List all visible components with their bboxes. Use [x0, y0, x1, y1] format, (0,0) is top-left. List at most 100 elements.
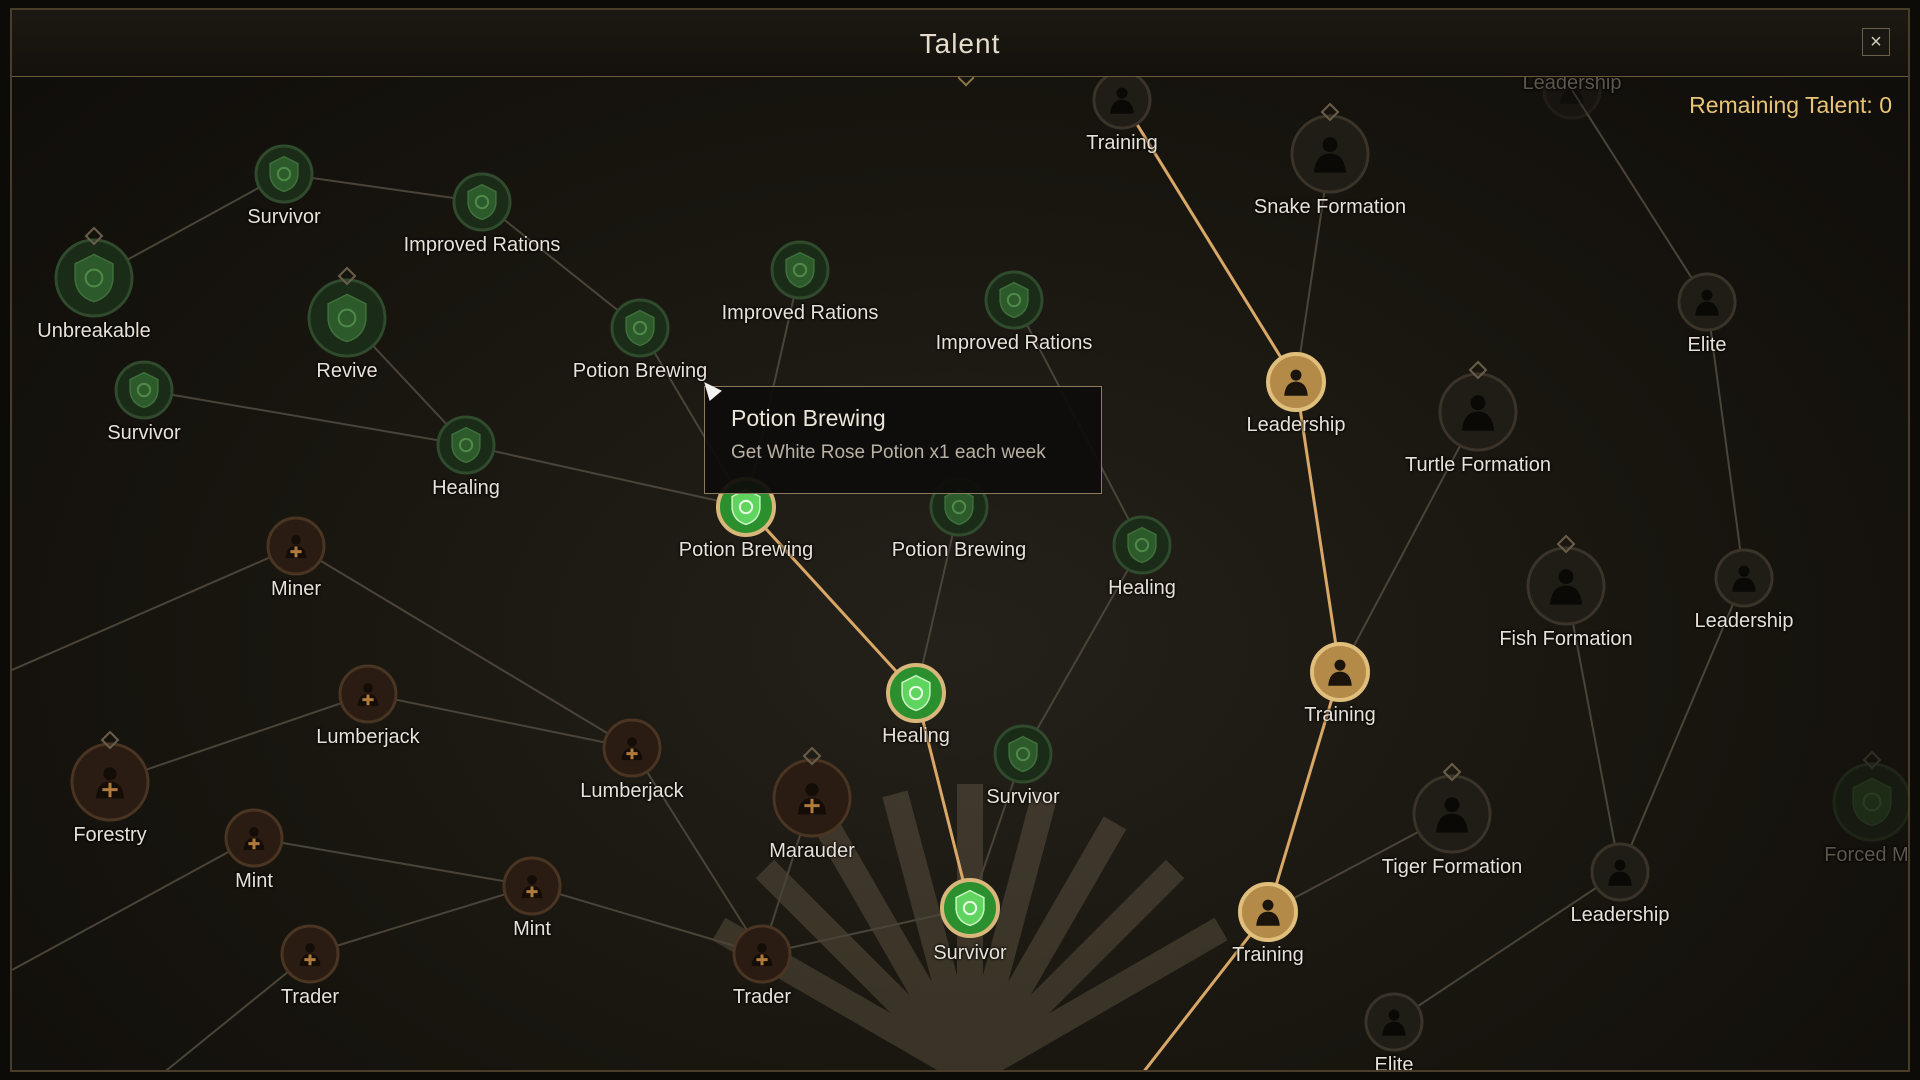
- talent-label-training-1: Training: [1086, 132, 1158, 154]
- close-button[interactable]: ×: [1862, 28, 1890, 56]
- shield-icon: [955, 889, 985, 927]
- talent-label-survivor-1: Survivor: [247, 206, 321, 228]
- talent-node-lumberjack-2[interactable]: [602, 718, 662, 778]
- talent-node-snake-formation[interactable]: [1290, 102, 1370, 194]
- talent-label-forestry: Forestry: [73, 824, 147, 846]
- path-edge: [253, 837, 533, 887]
- window-header: Talent: [12, 10, 1908, 77]
- talent-label-snake-formation: Snake Formation: [1253, 196, 1407, 218]
- talent-label-leadership-2: Leadership: [1694, 610, 1794, 632]
- path-edge: [143, 389, 467, 446]
- talent-label-survivor-4: Survivor: [933, 942, 1007, 964]
- talent-label-healing-1: Healing: [432, 477, 500, 499]
- talent-node-improved-rations-3[interactable]: [984, 270, 1044, 330]
- talent-label-tiger-formation: Tiger Formation: [1381, 856, 1523, 878]
- talent-label-marauder: Marauder: [769, 840, 855, 862]
- talent-node-survivor-1[interactable]: [254, 144, 314, 204]
- talent-node-trader-1[interactable]: [280, 924, 340, 984]
- talent-label-lumberjack-2: Lumberjack: [580, 780, 684, 802]
- talent-node-unbreakable[interactable]: [54, 226, 134, 318]
- talent-node-training-3[interactable]: [1238, 882, 1298, 942]
- shield-icon: [74, 253, 114, 303]
- talent-label-elite-2: Elite: [1374, 1054, 1414, 1072]
- shield-icon: [944, 488, 974, 526]
- talent-label-survivor-3: Survivor: [986, 786, 1060, 808]
- talent-label-elite-1: Elite: [1687, 334, 1727, 356]
- tooltip: Potion Brewing Get White Rose Potion x1 …: [704, 386, 1102, 494]
- tooltip-description: Get White Rose Potion x1 each week: [731, 442, 1046, 463]
- talent-node-healing-3[interactable]: [886, 663, 946, 723]
- path-edge: [295, 545, 633, 749]
- shield-icon: [1852, 777, 1892, 827]
- remaining-talent: Remaining Talent: 0: [1689, 92, 1892, 118]
- talent-label-miner: Miner: [270, 578, 322, 600]
- talent-label-mint-2: Mint: [513, 918, 551, 940]
- path-edge: [1571, 89, 1708, 303]
- path-edge: [283, 173, 483, 203]
- shield-icon: [327, 293, 367, 343]
- path-edge: [744, 505, 918, 695]
- talent-label-revive: Revive: [316, 360, 378, 382]
- window-title: Talent: [919, 28, 1001, 59]
- talent-label-trader-1: Trader: [280, 986, 340, 1008]
- shield-icon: [901, 674, 931, 712]
- talent-node-leadership-1[interactable]: [1266, 352, 1326, 412]
- talent-node-lumberjack-1[interactable]: [338, 664, 398, 724]
- talent-label-training-2: Training: [1304, 704, 1376, 726]
- talent-node-potion-brewing-1[interactable]: [610, 298, 670, 358]
- talent-node-forced-march[interactable]: [1832, 750, 1910, 842]
- talent-node-tiger-formation[interactable]: [1412, 762, 1492, 854]
- talent-label-mint-1: Mint: [235, 870, 273, 892]
- talent-node-leadership-2[interactable]: [1714, 548, 1774, 608]
- talent-node-healing-2[interactable]: [1112, 515, 1172, 575]
- path-edge: [481, 201, 641, 329]
- talent-label-leadership-3: Leadership: [1570, 904, 1670, 926]
- talent-node-improved-rations-1[interactable]: [452, 172, 512, 232]
- talent-label-healing-3: Healing: [882, 725, 950, 747]
- talent-label-potion-brewing-2: Potion Brewing: [678, 539, 814, 561]
- talent-node-mint-1[interactable]: [224, 808, 284, 868]
- talent-label-leadership-1: Leadership: [1246, 414, 1346, 436]
- talent-node-fish-formation[interactable]: [1526, 534, 1606, 626]
- talent-node-improved-rations-2[interactable]: [770, 240, 830, 300]
- talent-label-lumberjack-1: Lumberjack: [316, 726, 420, 748]
- talent-node-trader-2[interactable]: [732, 924, 792, 984]
- shield-icon: [999, 281, 1029, 319]
- talent-node-mint-2[interactable]: [502, 856, 562, 916]
- talent-label-improved-rations-3: Improved Rations: [935, 332, 1093, 354]
- path-edge: [1339, 411, 1479, 673]
- shield-icon: [1127, 526, 1157, 564]
- talent-label-survivor-2: Survivor: [107, 422, 181, 444]
- path-edge: [12, 837, 255, 971]
- tooltip-title: Potion Brewing: [731, 405, 886, 431]
- talent-label-improved-rations-2: Improved Rations: [721, 302, 879, 324]
- talent-node-marauder[interactable]: [772, 746, 852, 838]
- talent-node-elite-1[interactable]: [1677, 272, 1737, 332]
- talent-node-elite-2[interactable]: [1364, 992, 1424, 1052]
- talent-window: Survivor Improved Rations Unbreakable Reviv…: [10, 8, 1910, 1072]
- talent-node-survivor-3[interactable]: [993, 724, 1053, 784]
- talent-node-survivor-2[interactable]: [114, 360, 174, 420]
- talent-label-potion-brewing-1: Potion Brewing: [572, 360, 708, 382]
- talent-label-trader-2: Trader: [732, 986, 792, 1008]
- shield-icon: [451, 426, 481, 464]
- talent-node-leadership-3[interactable]: [1590, 842, 1650, 902]
- talent-node-forestry[interactable]: [70, 730, 150, 822]
- shield-icon: [129, 371, 159, 409]
- talent-node-training-1[interactable]: [1092, 70, 1152, 130]
- talent-node-turtle-formation[interactable]: [1438, 360, 1518, 452]
- path-edge: [12, 545, 297, 671]
- shield-icon: [467, 183, 497, 221]
- shield-icon: [269, 155, 299, 193]
- talent-node-miner[interactable]: [266, 516, 326, 576]
- shield-icon: [625, 309, 655, 347]
- talent-node-training-2[interactable]: [1310, 642, 1370, 702]
- talent-node-revive[interactable]: [307, 266, 387, 358]
- talent-label-training-3: Training: [1232, 944, 1304, 966]
- talent-node-survivor-4[interactable]: [940, 878, 1000, 938]
- shield-icon: [785, 251, 815, 289]
- shield-icon: [1008, 735, 1038, 773]
- talent-label-forced-march: Forced Ma: [1824, 844, 1909, 866]
- talent-label-unbreakable: Unbreakable: [37, 320, 151, 342]
- talent-node-healing-1[interactable]: [436, 415, 496, 475]
